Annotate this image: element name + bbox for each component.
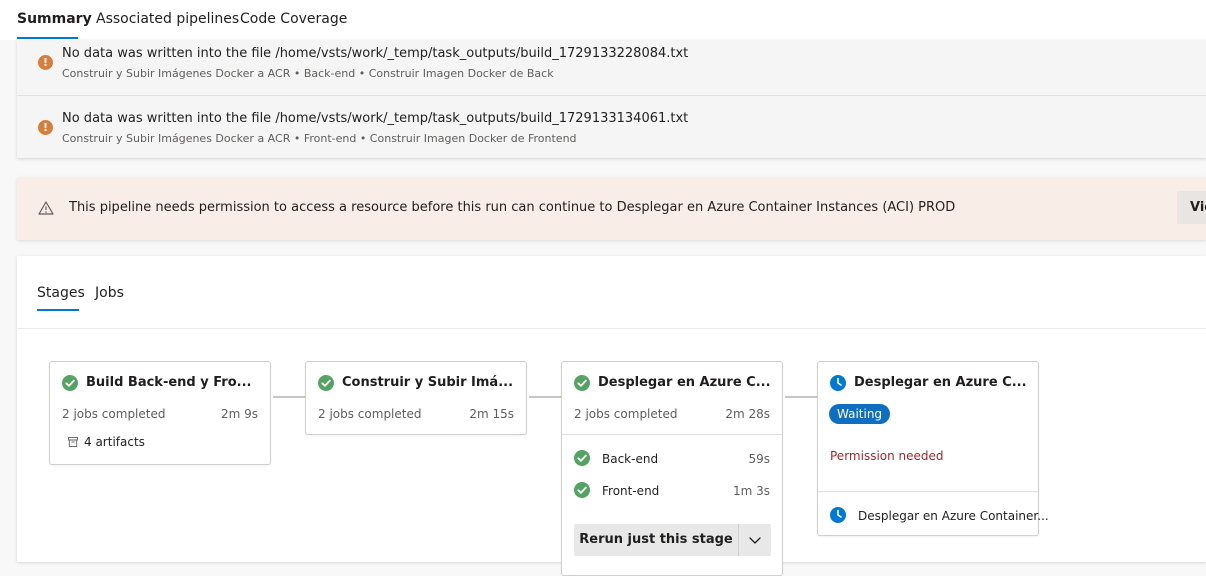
artifacts-link[interactable]: 4 artifacts [68,435,145,449]
stage-duration: 2m 9s [220,407,258,421]
stage-card[interactable]: Desplegar en Azure C... Waiting Permissi… [817,361,1049,536]
rerun-stage-button[interactable]: Rerun just this stage [574,524,738,556]
issue-title: No data was written into the file /home/… [62,111,689,126]
clock-icon [830,507,846,523]
error-icon: ! [38,55,53,70]
tab-stages[interactable]: Stages [37,285,85,301]
issue-title: No data was written into the file /home/… [62,46,689,61]
chevron-down-icon[interactable] [739,524,771,556]
status-badge: Waiting [829,404,891,424]
job-duration: 59s [748,452,770,466]
job-duration: 1m 3s [732,484,770,498]
stages-panel: Stages Jobs Build Back-end y Fro... 2 jo… [17,256,1206,576]
success-check-icon [574,375,590,391]
stage-connector [273,396,305,398]
stage-card[interactable]: Build Back-end y Fro... 2 jobs completed… [49,361,271,465]
issues-list: ! No data was written into the file /hom… [17,40,1206,158]
job-name: Back-end [602,452,659,466]
active-tab-indicator [37,309,79,311]
stage-jobs-summary: 2 jobs completed [574,407,678,421]
job-row[interactable]: Front-end 1m 3s [574,481,770,501]
stage-duration: 2m 28s [725,407,770,421]
job-row[interactable]: Desplegar en Azure Container... [830,506,1049,526]
stage-connector [785,396,817,398]
stage-jobs-summary: 2 jobs completed [318,407,422,421]
summary-tabs: Summary Associated pipelines Code Covera… [0,0,1206,40]
stage-title: Desplegar en Azure C... [598,375,771,390]
tab-jobs[interactable]: Jobs [95,285,124,301]
rerun-stage-split-button: Rerun just this stage [574,524,771,556]
permission-needed-text: Permission needed [830,449,944,463]
permission-warning-banner: This pipeline needs permission to access… [17,177,1206,240]
clock-icon [830,375,846,391]
issue-item[interactable]: ! No data was written into the file /hom… [17,40,1206,96]
issue-subtitle: Construir y Subir Imágenes Docker a ACR … [62,132,577,145]
divider [17,328,1206,329]
error-icon: ! [38,120,53,135]
artifacts-label: 4 artifacts [84,435,145,449]
stage-title: Desplegar en Azure C... [854,375,1027,390]
stage-jobs-summary: 2 jobs completed [62,407,166,421]
success-check-icon [318,375,334,391]
success-check-icon [62,375,78,391]
stage-connector [529,396,561,398]
success-check-icon [574,482,590,498]
divider [562,434,782,435]
stage-duration: 2m 15s [469,407,514,421]
issue-subtitle: Construir y Subir Imágenes Docker a ACR … [62,67,554,80]
job-name: Front-end [602,484,660,498]
active-tab-indicator [17,37,78,39]
stage-title: Construir y Subir Imá... [342,375,514,390]
job-row[interactable]: Back-end 59s [574,449,770,469]
divider [818,491,1038,492]
tab-associated-pipelines[interactable]: Associated pipelines [96,11,239,27]
stage-card[interactable]: Construir y Subir Imá... 2 jobs complete… [305,361,527,435]
tab-summary[interactable]: Summary [17,11,92,27]
stage-card[interactable]: Desplegar en Azure C... 2 jobs completed… [561,361,783,576]
stage-title: Build Back-end y Fro... [86,375,252,390]
success-check-icon [574,450,590,466]
warning-text: This pipeline needs permission to access… [69,200,956,215]
artifact-icon [68,437,78,447]
view-button[interactable]: Vie [1177,191,1206,224]
issue-item[interactable]: ! No data was written into the file /hom… [17,95,1206,152]
warning-icon [38,201,54,215]
job-name: Desplegar en Azure Container... [858,509,1049,523]
tab-code-coverage[interactable]: Code Coverage [240,11,347,27]
